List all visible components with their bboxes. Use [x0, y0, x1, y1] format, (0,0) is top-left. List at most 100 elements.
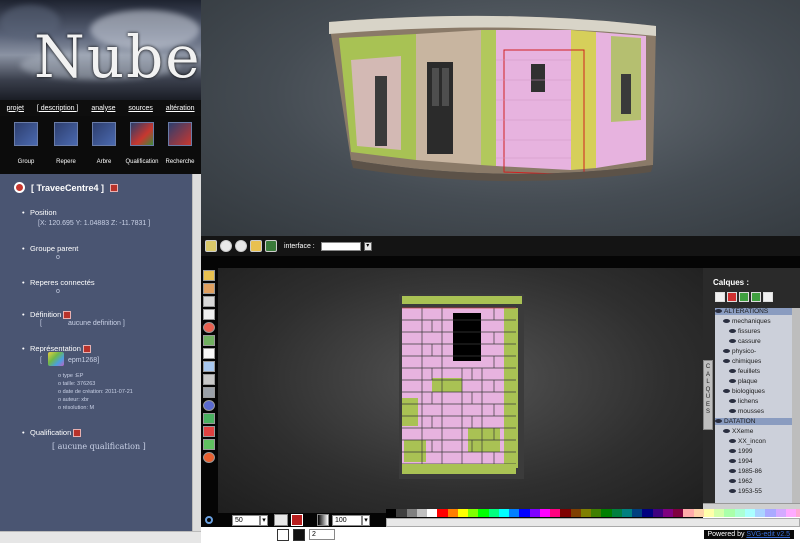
green-fill-tool-icon[interactable]: [203, 439, 215, 450]
palette-swatch[interactable]: [734, 509, 745, 517]
edit-definition-icon[interactable]: [63, 311, 72, 320]
palette-swatch[interactable]: [591, 509, 602, 517]
menu-analyse[interactable]: analyse: [91, 105, 115, 112]
layer-item[interactable]: ALTERATIONS: [715, 308, 795, 315]
layer-item[interactable]: chimiques: [723, 358, 761, 365]
eye-icon[interactable]: [715, 309, 722, 314]
eye-icon[interactable]: [729, 379, 736, 384]
editor-horizontal-scrollbar[interactable]: [386, 518, 800, 527]
layer-down-button[interactable]: [751, 292, 761, 302]
palette-swatch[interactable]: [765, 509, 776, 517]
eye-icon[interactable]: [723, 429, 730, 434]
tool-qualification[interactable]: Qualification: [122, 122, 162, 165]
eye-icon[interactable]: [729, 369, 736, 374]
layer-item[interactable]: mechaniques: [723, 318, 771, 325]
layer-item[interactable]: fissures: [729, 328, 760, 335]
menu-description[interactable]: [ description ]: [37, 105, 79, 112]
red-tool-icon[interactable]: [203, 426, 215, 437]
left-horizontal-scrollbar[interactable]: [0, 531, 201, 543]
stroke-color-swatch[interactable]: [293, 529, 305, 541]
palette-swatch[interactable]: [662, 509, 673, 517]
palette-swatch[interactable]: [468, 509, 479, 517]
eye-icon[interactable]: [723, 319, 730, 324]
eye-icon[interactable]: [729, 459, 736, 464]
menu-alteration[interactable]: altération: [166, 105, 195, 112]
palette-swatch[interactable]: [529, 509, 540, 517]
green-tool-icon[interactable]: [265, 240, 277, 252]
eye-icon[interactable]: [723, 349, 730, 354]
color-tool-icon[interactable]: [203, 452, 215, 463]
image-tool-icon[interactable]: [203, 361, 215, 372]
palette-swatch[interactable]: [611, 509, 622, 517]
palette-swatch[interactable]: [785, 509, 796, 517]
palette-swatch[interactable]: [386, 509, 397, 517]
palette-swatch[interactable]: [621, 509, 632, 517]
layer-item[interactable]: biologiques: [723, 388, 765, 395]
path-tool-icon[interactable]: [203, 335, 215, 346]
eye-icon[interactable]: [723, 359, 730, 364]
stroke-width-input[interactable]: 2: [309, 529, 335, 540]
layer-tool-icon[interactable]: [235, 240, 247, 252]
palette-swatch[interactable]: [427, 509, 438, 517]
palette-swatch[interactable]: [744, 509, 755, 517]
target-tool-icon[interactable]: [220, 240, 232, 252]
fill-color-swatch[interactable]: [291, 514, 303, 526]
zoom-dropdown-icon[interactable]: ▾: [260, 514, 268, 526]
eye-icon[interactable]: [729, 409, 736, 414]
palette-swatch[interactable]: [457, 509, 468, 517]
eye-icon[interactable]: [729, 439, 736, 444]
paint-bucket-icon[interactable]: [274, 514, 288, 526]
palette-swatch[interactable]: [478, 509, 489, 517]
eye-icon[interactable]: [729, 339, 736, 344]
tool-arbre[interactable]: Arbre: [84, 122, 124, 165]
layer-item[interactable]: cassure: [729, 338, 761, 345]
line-tool-icon[interactable]: [203, 296, 215, 307]
layer-item[interactable]: physico-: [723, 348, 756, 355]
edit-representation-icon[interactable]: [82, 345, 91, 354]
interface-dropdown-icon[interactable]: ▾: [363, 241, 372, 251]
layer-item[interactable]: 1999: [729, 448, 752, 455]
stroke-none-icon[interactable]: [277, 529, 289, 541]
layer-item[interactable]: mousses: [729, 408, 764, 415]
eye-icon[interactable]: [723, 389, 730, 394]
eye-icon[interactable]: [715, 419, 722, 424]
eye-icon[interactable]: [729, 479, 736, 484]
palette-swatch[interactable]: [693, 509, 704, 517]
layer-item[interactable]: XX_incon: [729, 438, 766, 445]
palette-swatch[interactable]: [652, 509, 663, 517]
layer-item[interactable]: XXeme: [723, 428, 753, 435]
palette-swatch[interactable]: [437, 509, 448, 517]
select-tool-icon[interactable]: [203, 270, 215, 281]
opacity-input[interactable]: 100: [332, 514, 362, 526]
edit-title-icon[interactable]: [110, 183, 119, 192]
palette-swatch[interactable]: [416, 509, 427, 517]
palette-swatch[interactable]: [703, 509, 714, 517]
layer-item[interactable]: DATATION: [715, 418, 795, 425]
svg-editor-canvas[interactable]: [218, 268, 703, 513]
text-tool-icon[interactable]: [203, 348, 215, 359]
eye-icon[interactable]: [729, 469, 736, 474]
layer-item[interactable]: feuillets: [729, 368, 760, 375]
layer-item[interactable]: 1953-55: [729, 488, 762, 495]
zoom-input[interactable]: 50: [232, 514, 260, 526]
palette-swatch[interactable]: [498, 509, 509, 517]
edit-qualification-icon[interactable]: [73, 429, 82, 438]
ellipse-tool-icon[interactable]: [203, 322, 215, 333]
eye-icon[interactable]: [729, 329, 736, 334]
layers-tab[interactable]: CAL QUE S: [703, 360, 713, 430]
tool-repere[interactable]: Repere: [46, 122, 86, 165]
rect-tool-icon[interactable]: [203, 309, 215, 320]
delete-layer-button[interactable]: [727, 292, 737, 302]
palette-swatch[interactable]: [632, 509, 643, 517]
layer-item[interactable]: 1994: [729, 458, 752, 465]
layers-vertical-scrollbar[interactable]: [792, 308, 800, 504]
interface-select[interactable]: [320, 241, 361, 251]
palette-swatch[interactable]: [570, 509, 581, 517]
layer-item[interactable]: lichens: [729, 398, 758, 405]
paint-tool-icon[interactable]: [205, 240, 217, 252]
eye-icon[interactable]: [729, 399, 736, 404]
rename-layer-button[interactable]: [763, 292, 773, 302]
left-vertical-scrollbar[interactable]: [192, 174, 201, 531]
palette-swatch[interactable]: [406, 509, 417, 517]
eye-icon[interactable]: [729, 449, 736, 454]
